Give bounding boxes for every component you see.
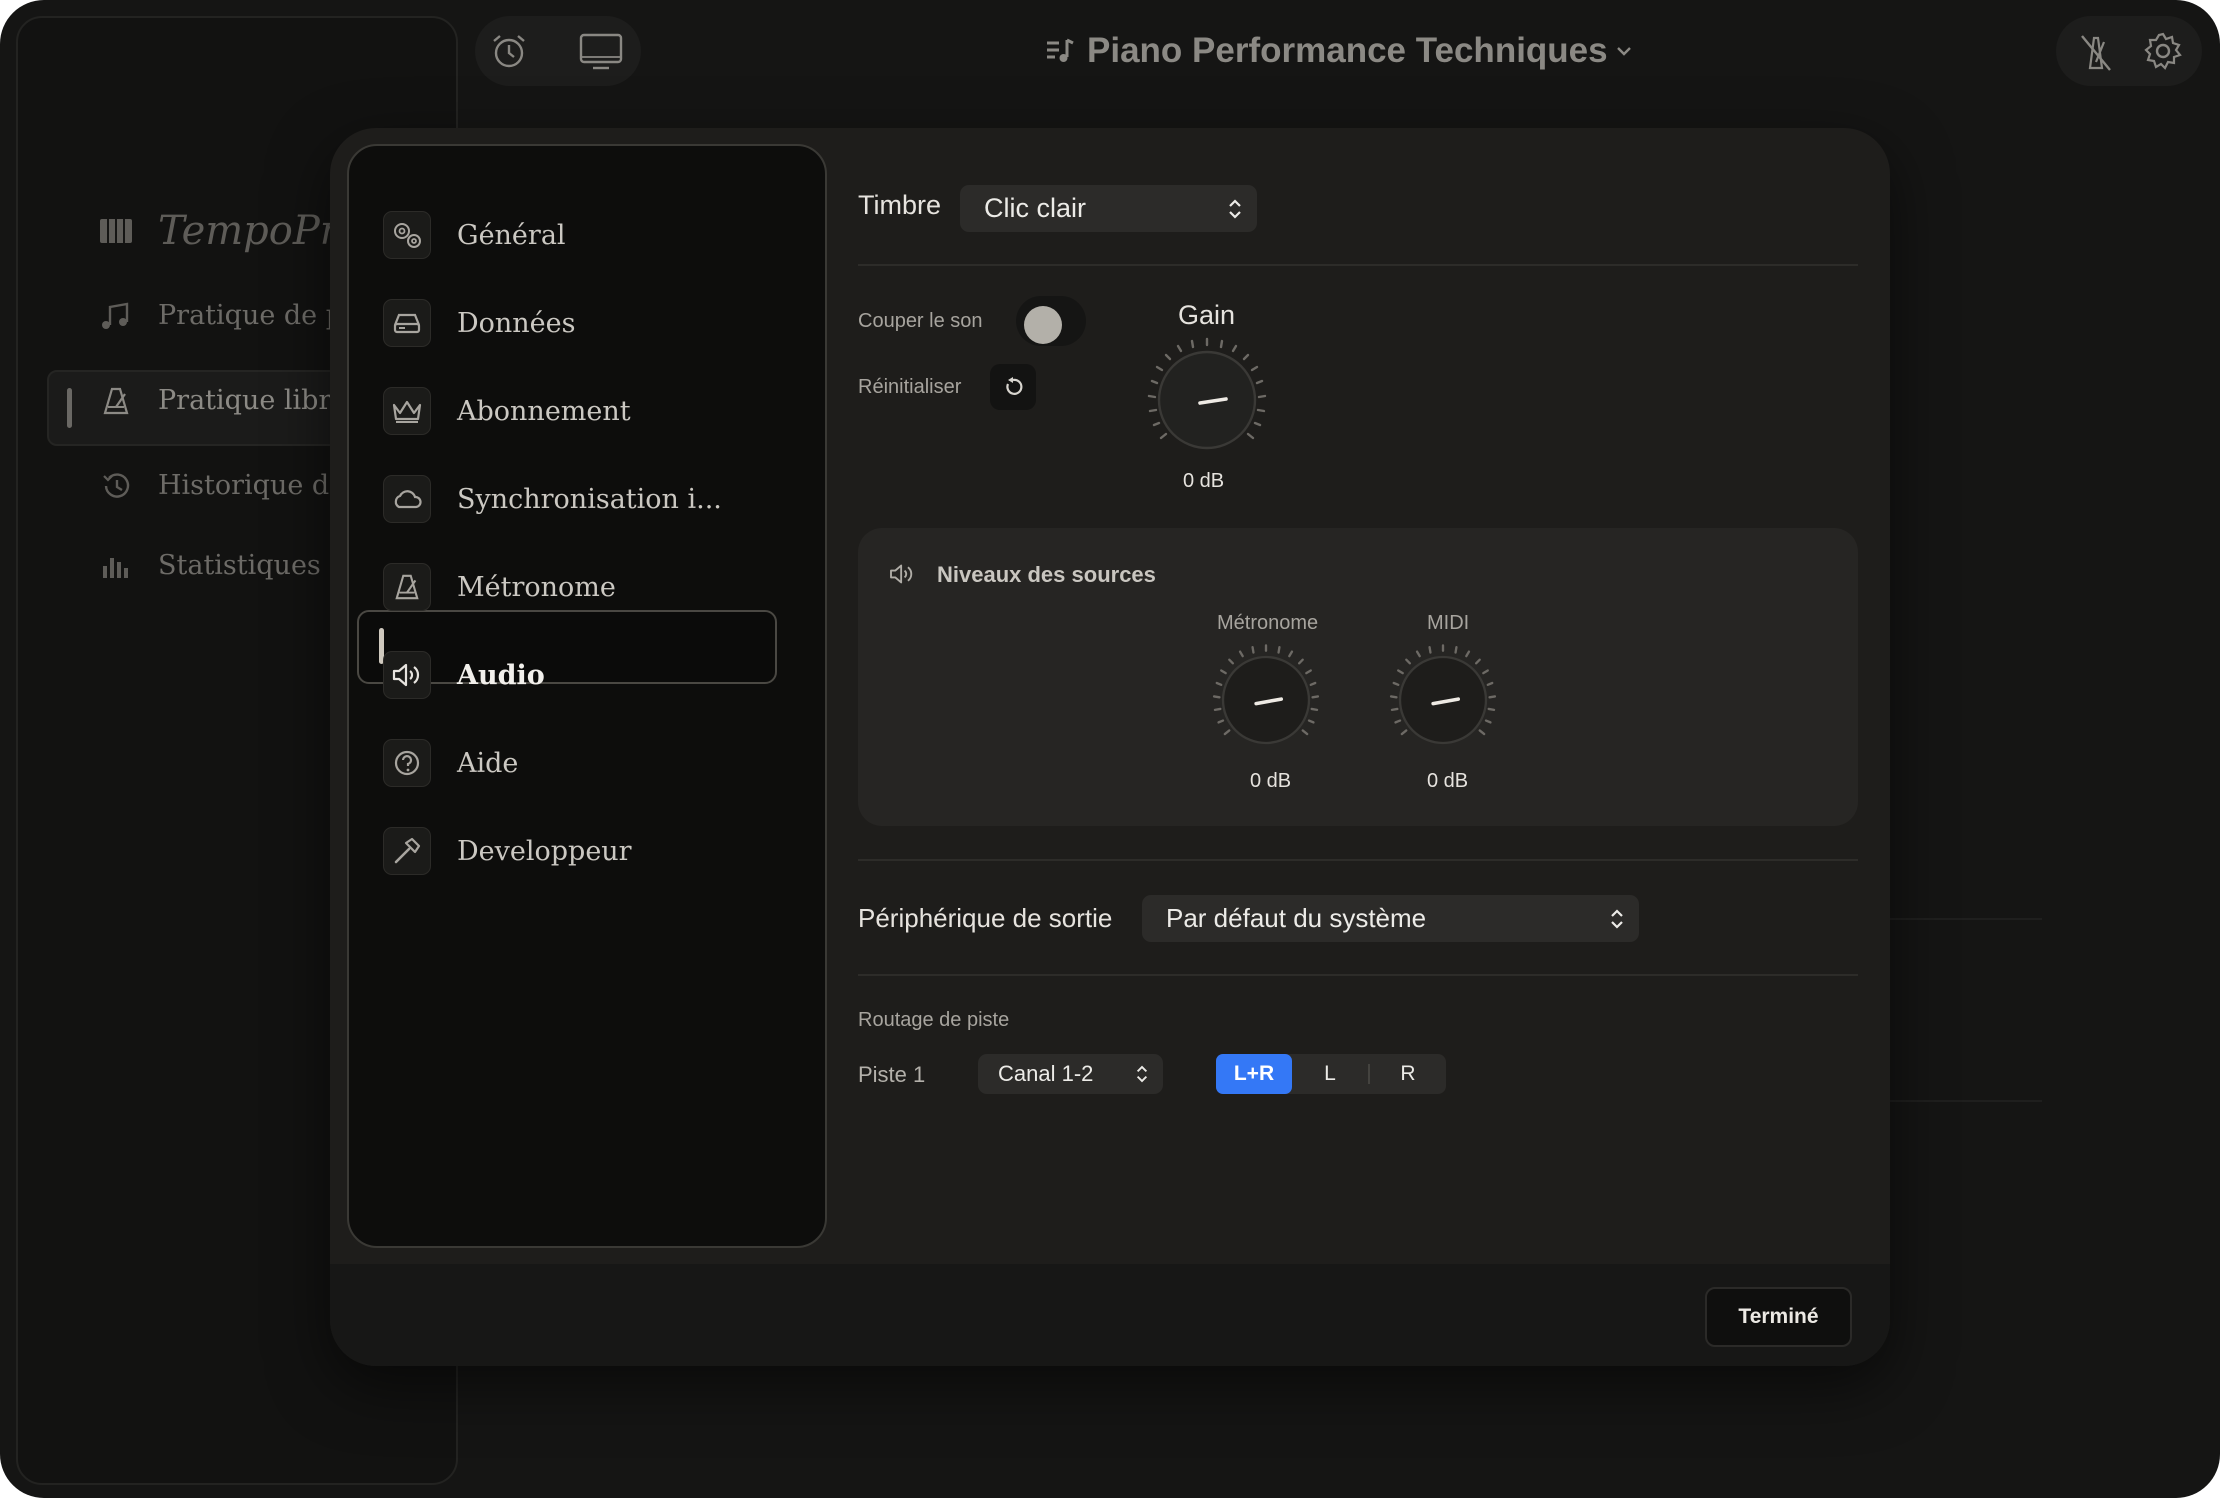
sidebar-item-label: Statistiques bbox=[158, 550, 321, 581]
alarm-clock-icon[interactable] bbox=[489, 31, 529, 71]
toolbar-right-group bbox=[2056, 16, 2202, 86]
nav-item-label: Audio bbox=[457, 659, 545, 691]
sidebar-item-pratique-guidee[interactable]: Pratique de pi bbox=[98, 300, 352, 331]
nav-item-label: Abonnement bbox=[457, 395, 631, 427]
timbre-label: Timbre bbox=[858, 190, 942, 220]
nav-item-label: Général bbox=[457, 219, 566, 251]
nav-item-label: Métronome bbox=[457, 571, 616, 603]
reset-button[interactable] bbox=[990, 364, 1036, 410]
gear-icon[interactable] bbox=[2143, 31, 2183, 71]
nav-item-label: Synchronisation i... bbox=[457, 483, 722, 515]
knob-label-metronome: Métronome bbox=[1217, 612, 1319, 634]
channel-value: Canal 1-2 bbox=[998, 1061, 1094, 1086]
divider bbox=[858, 859, 1858, 861]
cloud-icon bbox=[383, 475, 431, 523]
speaker-icon bbox=[383, 651, 431, 699]
settings-dialog: Général Données Abonnement Synchronisati… bbox=[330, 128, 1890, 1366]
reset-icon bbox=[1002, 376, 1024, 398]
chevron-down-icon bbox=[1616, 45, 1632, 57]
timbre-select[interactable]: Clic clair bbox=[960, 185, 1257, 232]
settings-nav-general[interactable]: Général bbox=[383, 207, 566, 263]
question-icon bbox=[383, 739, 431, 787]
chevron-updown-icon bbox=[1609, 907, 1625, 931]
reset-label: Réinitialiser bbox=[858, 376, 962, 398]
output-device-select[interactable]: Par défaut du système bbox=[1142, 895, 1639, 942]
sidebar-app-header: TempoPro bbox=[98, 208, 363, 254]
settings-nav-abonnement[interactable]: Abonnement bbox=[383, 383, 631, 439]
gears-icon bbox=[383, 211, 431, 259]
piano-keys-icon bbox=[98, 218, 134, 244]
done-button[interactable]: Terminé bbox=[1705, 1287, 1852, 1347]
knob-label-midi: MIDI bbox=[1427, 612, 1470, 634]
metronome-level-knob[interactable] bbox=[1206, 640, 1326, 760]
app-window: Piano Performance Techniques TempoPro Pr… bbox=[0, 0, 2220, 1498]
sidebar-item-label: Pratique de pi bbox=[158, 300, 352, 331]
speaker-icon bbox=[888, 563, 916, 585]
drive-icon bbox=[383, 299, 431, 347]
sidebar-item-label: Pratique libre bbox=[158, 385, 348, 416]
routing-label: Routage de piste bbox=[858, 1009, 1010, 1031]
hammer-icon bbox=[383, 827, 431, 875]
segment-r[interactable]: R bbox=[1370, 1054, 1446, 1094]
nav-item-label: Données bbox=[457, 307, 576, 339]
history-icon bbox=[98, 471, 134, 501]
mute-toggle[interactable] bbox=[1016, 296, 1086, 346]
metronome-icon bbox=[98, 386, 134, 416]
segment-lr[interactable]: L+R bbox=[1216, 1054, 1292, 1094]
crown-icon bbox=[383, 387, 431, 435]
gain-label: Gain bbox=[1178, 300, 1236, 330]
window-title-text: Piano Performance Techniques bbox=[1087, 31, 1608, 70]
settings-nav-audio[interactable]: Audio bbox=[383, 647, 545, 703]
settings-nav-donnees[interactable]: Données bbox=[383, 295, 576, 351]
gain-knob[interactable] bbox=[1140, 333, 1274, 467]
bar-chart-icon bbox=[98, 552, 134, 580]
display-icon[interactable] bbox=[579, 33, 623, 71]
midi-level-knob[interactable] bbox=[1383, 640, 1503, 760]
settings-nav-synchronisation[interactable]: Synchronisation i... bbox=[383, 471, 722, 527]
knob-value-metronome: 0 dB bbox=[1250, 770, 1292, 792]
settings-nav-metronome[interactable]: Métronome bbox=[383, 559, 616, 615]
settings-nav-aide[interactable]: Aide bbox=[383, 735, 518, 791]
sidebar-item-statistiques[interactable]: Statistiques bbox=[98, 550, 321, 581]
knob-value-midi: 0 dB bbox=[1427, 770, 1469, 792]
channel-select[interactable]: Canal 1-2 bbox=[978, 1054, 1163, 1094]
nav-item-label: Developpeur bbox=[457, 835, 632, 867]
source-levels-title: Niveaux des sources bbox=[937, 562, 1156, 587]
chevron-updown-icon bbox=[1135, 1063, 1149, 1085]
metronome-icon bbox=[383, 563, 431, 611]
output-device-value: Par défaut du système bbox=[1166, 903, 1427, 933]
dialog-footer bbox=[330, 1264, 1890, 1366]
music-notes-icon bbox=[98, 301, 134, 331]
mute-label: Couper le son bbox=[858, 310, 983, 332]
window-title[interactable]: Piano Performance Techniques bbox=[1045, 26, 1632, 76]
timbre-value: Clic clair bbox=[984, 193, 1087, 223]
divider bbox=[858, 264, 1858, 266]
output-device-label: Périphérique de sortie bbox=[858, 903, 1113, 933]
nav-item-label: Aide bbox=[457, 747, 519, 779]
segment-l[interactable]: L bbox=[1292, 1054, 1368, 1094]
gain-value: 0 dB bbox=[1183, 470, 1225, 492]
music-list-icon bbox=[1045, 37, 1075, 65]
metronome-off-icon[interactable] bbox=[2078, 32, 2114, 72]
divider bbox=[858, 974, 1858, 976]
channel-segmented-control: L+R L R bbox=[1216, 1054, 1446, 1094]
toolbar-group bbox=[475, 16, 641, 86]
settings-nav-developpeur[interactable]: Developpeur bbox=[383, 823, 632, 879]
track-label: Piste 1 bbox=[858, 1062, 926, 1087]
sidebar-item-pratique-libre[interactable]: Pratique libre bbox=[98, 385, 347, 416]
chevron-updown-icon bbox=[1227, 197, 1243, 221]
